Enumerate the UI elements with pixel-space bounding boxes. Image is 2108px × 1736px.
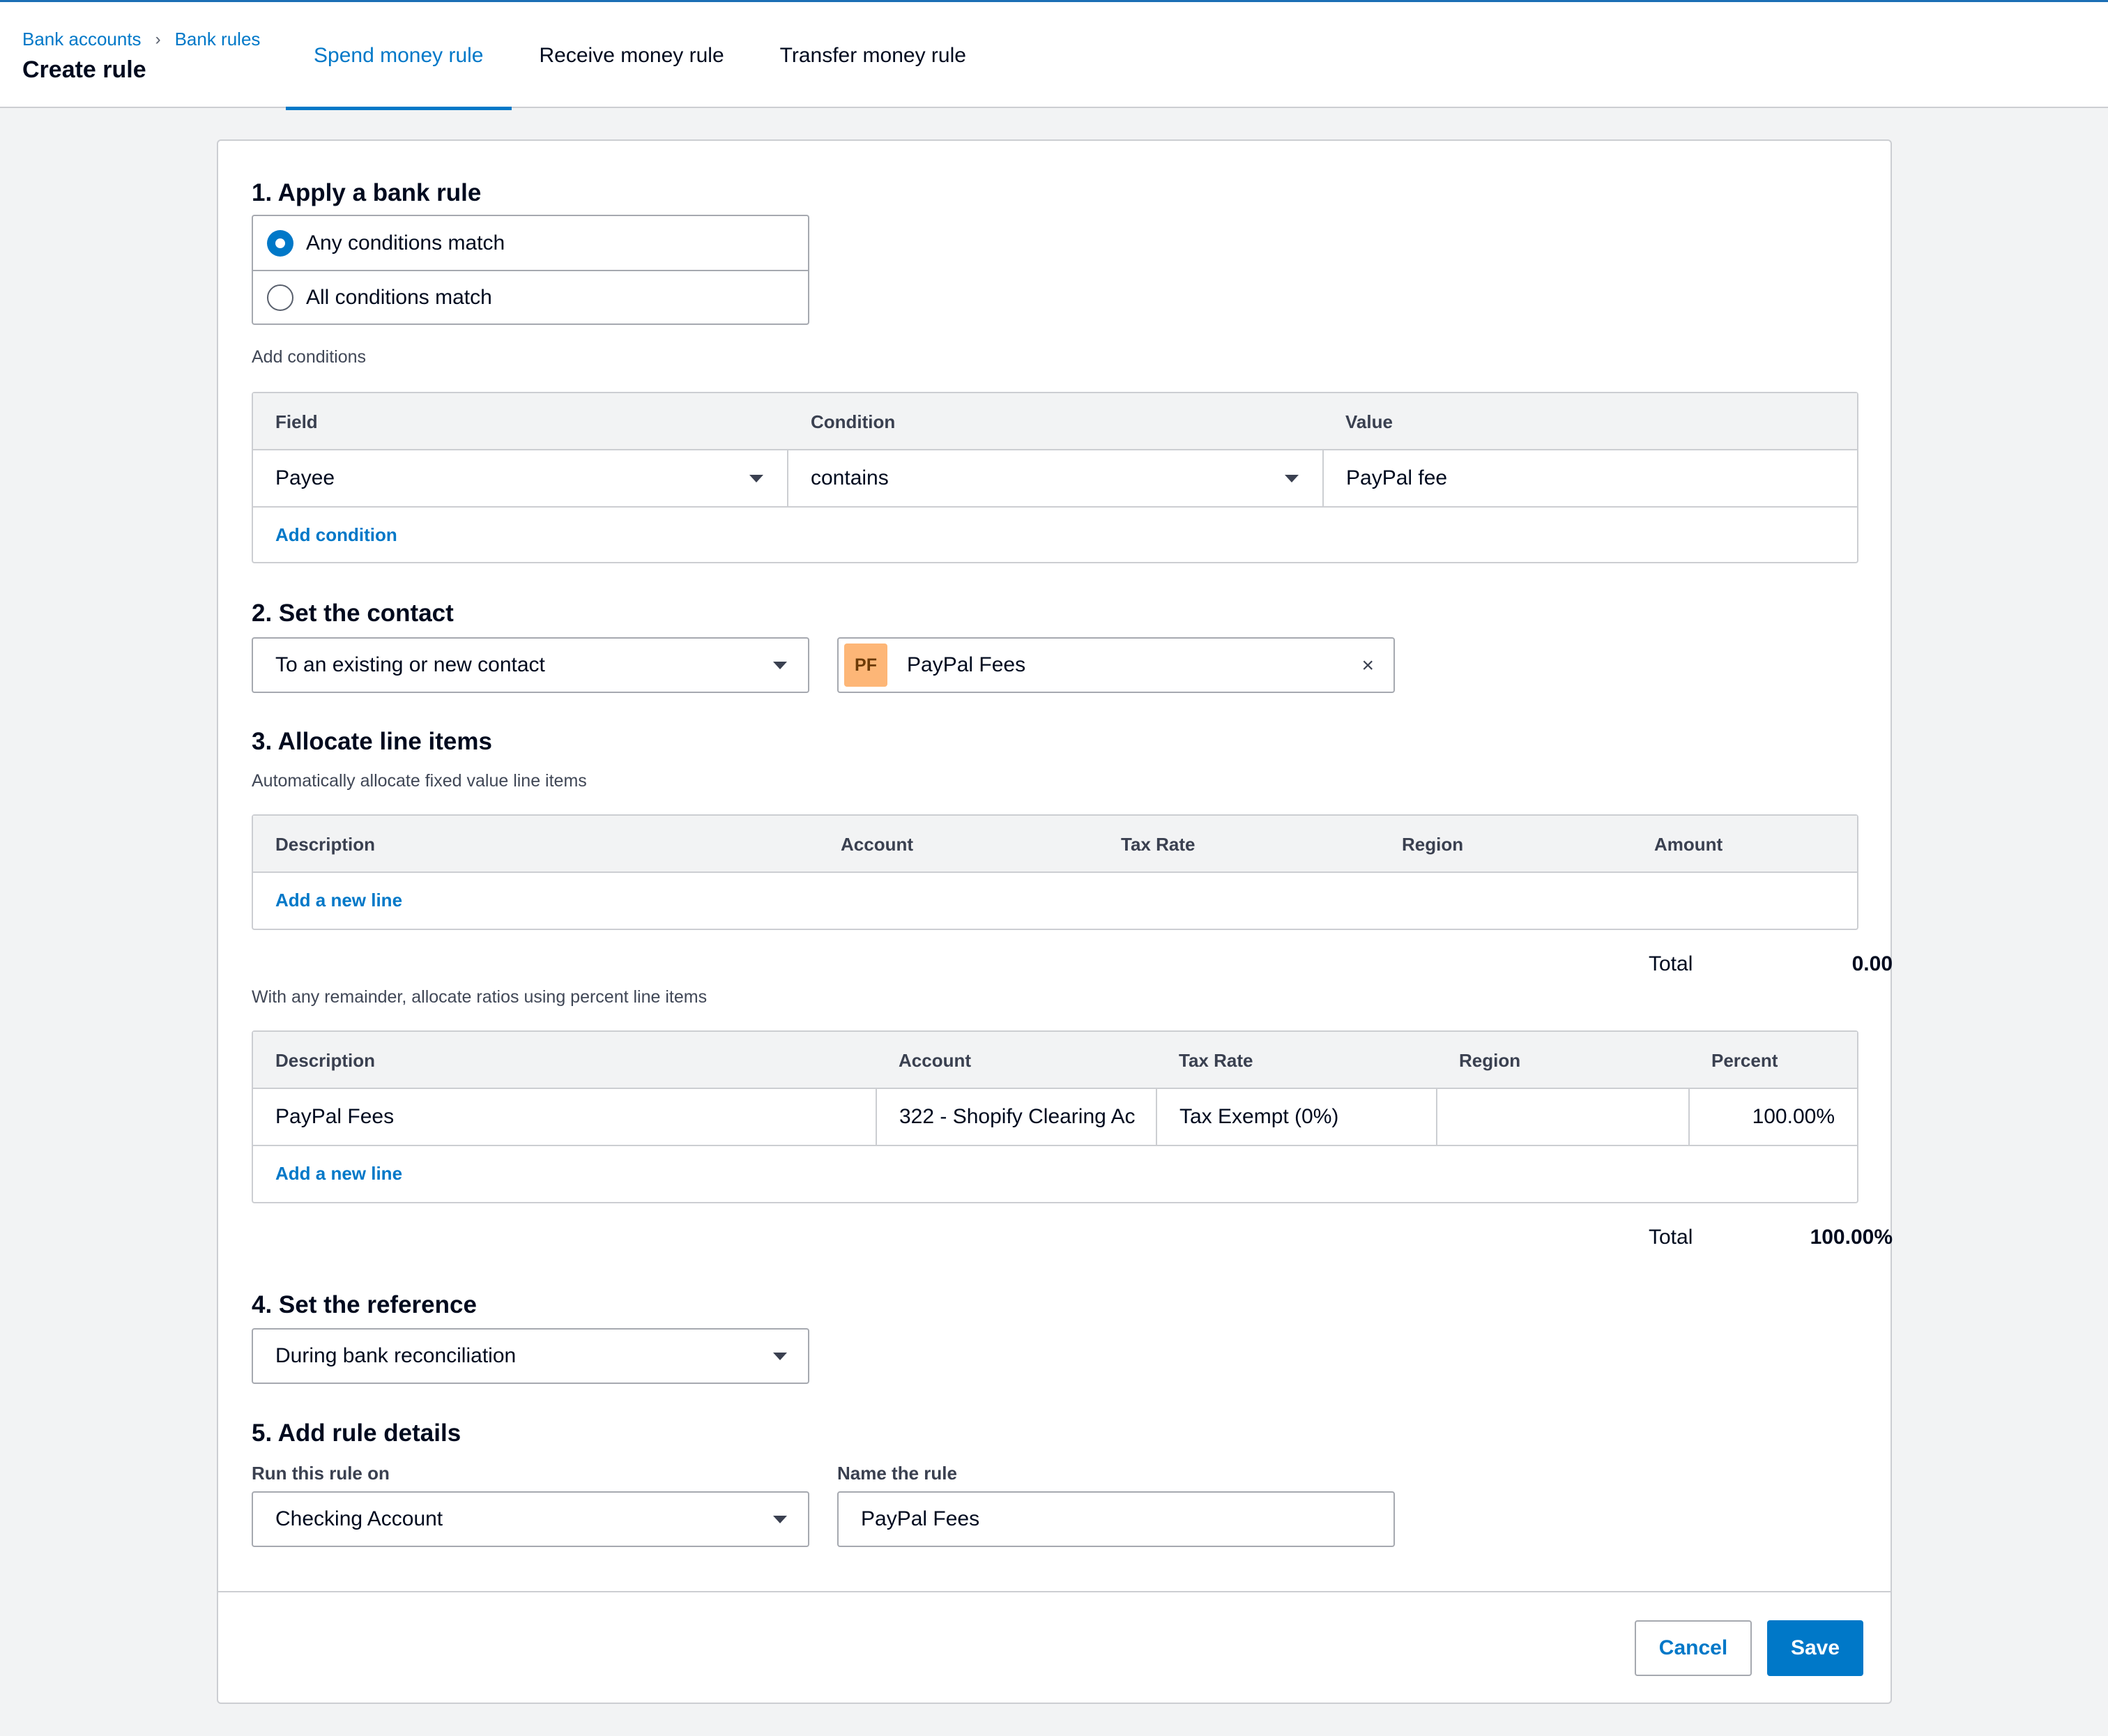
percent-table-header: Description Account Tax Rate Region Perc…: [253, 1032, 1857, 1089]
header-region: Region: [1402, 834, 1464, 855]
fixed-line-items-hint: Automatically allocate fixed value line …: [252, 771, 587, 791]
header-account: Account: [899, 1050, 971, 1071]
chevron-down-icon: [1285, 475, 1299, 482]
breadcrumb-bank-accounts[interactable]: Bank accounts: [22, 29, 142, 50]
header-tax-rate: Tax Rate: [1179, 1050, 1253, 1071]
percent-total-value: 100.00%: [1810, 1226, 1893, 1249]
chevron-down-icon: [773, 1353, 787, 1360]
rule-name-value: PayPal Fees: [861, 1507, 980, 1530]
radio-any-conditions[interactable]: Any conditions match: [253, 216, 808, 270]
line-account-select[interactable]: 322 - Shopify Clearing Ac: [877, 1089, 1156, 1145]
line-percent-value: 100.00%: [1752, 1105, 1835, 1128]
radio-checked-icon: [267, 229, 293, 257]
field-select-value: Payee: [275, 466, 335, 489]
radio-any-label: Any conditions match: [306, 231, 505, 254]
condition-select-value: contains: [811, 466, 889, 489]
section-rule-details-title: 5. Add rule details: [252, 1419, 461, 1447]
condition-row: Payee contains PayPal fee: [253, 450, 1857, 508]
fixed-total-label: Total: [1649, 952, 1693, 975]
conditions-table: Field Condition Value Payee contains Pay…: [252, 392, 1858, 563]
value-input-text: PayPal fee: [1346, 466, 1448, 489]
line-description-input[interactable]: PayPal Fees: [253, 1089, 876, 1145]
header-description: Description: [275, 1050, 376, 1071]
tab-spend-money-rule[interactable]: Spend money rule: [286, 2, 512, 110]
cancel-button[interactable]: Cancel: [1635, 1620, 1752, 1676]
line-tax-rate-select[interactable]: Tax Exempt (0%): [1157, 1089, 1436, 1145]
percent-line-row: PayPal Fees 322 - Shopify Clearing Ac Ta…: [253, 1089, 1857, 1146]
radio-all-label: All conditions match: [306, 285, 492, 309]
tab-receive-money-rule[interactable]: Receive money rule: [512, 2, 752, 109]
radio-unchecked-icon: [267, 284, 293, 311]
section-set-reference-title: 4. Set the reference: [252, 1291, 477, 1318]
run-on-account-select[interactable]: Checking Account: [252, 1491, 809, 1547]
percent-line-items-hint: With any remainder, allocate ratios usin…: [252, 987, 708, 1007]
section-allocate-line-items-title: 3. Allocate line items: [252, 728, 492, 755]
line-region-select[interactable]: [1437, 1089, 1688, 1145]
match-mode-radio-group: Any conditions match All conditions matc…: [252, 215, 809, 325]
page-title: Create rule: [22, 56, 146, 83]
fixed-table-header: Description Account Tax Rate Region Amou…: [253, 816, 1857, 873]
field-select[interactable]: Payee: [253, 450, 787, 506]
percent-table-footer: Add a new line: [253, 1146, 1857, 1202]
card-footer-divider: [218, 1591, 1891, 1592]
breadcrumb: Bank accounts › Bank rules: [22, 29, 260, 50]
fixed-line-items-table: Description Account Tax Rate Region Amou…: [252, 814, 1858, 930]
fixed-table-footer: Add a new line: [253, 873, 1857, 929]
header-value: Value: [1345, 411, 1393, 432]
run-on-label: Run this rule on: [252, 1463, 390, 1484]
chevron-down-icon: [749, 475, 763, 482]
contact-name: PayPal Fees: [907, 653, 1026, 676]
rule-form-card: 1. Apply a bank rule Any conditions matc…: [217, 139, 1893, 1704]
percent-line-items-table: Description Account Tax Rate Region Perc…: [252, 1030, 1858, 1203]
conditions-table-footer: Add condition: [253, 508, 1857, 563]
add-percent-line-link[interactable]: Add a new line: [275, 1163, 402, 1185]
header-field: Field: [275, 411, 318, 432]
contact-avatar: PF: [844, 644, 887, 687]
header-region: Region: [1459, 1050, 1521, 1071]
tab-transfer-money-rule[interactable]: Transfer money rule: [752, 2, 994, 109]
line-description-value: PayPal Fees: [275, 1105, 395, 1128]
header-description: Description: [275, 834, 376, 855]
header-amount: Amount: [1654, 834, 1723, 855]
fixed-total-value: 0.00: [1851, 952, 1893, 975]
reference-value: During bank reconciliation: [275, 1344, 517, 1367]
contact-picker[interactable]: PF PayPal Fees ×: [837, 637, 1395, 693]
header-condition: Condition: [811, 411, 896, 432]
breadcrumb-bank-rules[interactable]: Bank rules: [175, 29, 261, 50]
header-tax-rate: Tax Rate: [1121, 834, 1196, 855]
add-condition-link[interactable]: Add condition: [275, 524, 397, 546]
section-apply-bank-rule-title: 1. Apply a bank rule: [252, 179, 482, 206]
contact-mode-select[interactable]: To an existing or new contact: [252, 637, 809, 693]
line-tax-rate-value: Tax Exempt (0%): [1179, 1105, 1339, 1128]
run-on-account-value: Checking Account: [275, 1507, 443, 1530]
conditions-table-header: Field Condition Value: [253, 393, 1857, 450]
rule-name-input[interactable]: PayPal Fees: [837, 1491, 1395, 1547]
rule-type-tabs: Spend money rule Receive money rule Tran…: [286, 2, 994, 110]
line-account-value: 322 - Shopify Clearing Ac: [899, 1105, 1136, 1128]
close-icon[interactable]: ×: [1361, 654, 1374, 678]
condition-select[interactable]: contains: [788, 450, 1322, 506]
header-percent: Percent: [1711, 1050, 1778, 1071]
add-conditions-label: Add conditions: [252, 347, 367, 367]
line-percent-input[interactable]: 100.00%: [1690, 1089, 1857, 1145]
top-bar: Bank accounts › Bank rules Create rule S…: [0, 0, 2108, 110]
reference-select[interactable]: During bank reconciliation: [252, 1328, 809, 1384]
radio-all-conditions[interactable]: All conditions match: [253, 270, 808, 323]
chevron-down-icon: [773, 1516, 787, 1523]
save-button[interactable]: Save: [1767, 1620, 1863, 1676]
value-input[interactable]: PayPal fee: [1324, 450, 1857, 506]
add-fixed-line-link[interactable]: Add a new line: [275, 890, 402, 911]
header-account: Account: [841, 834, 913, 855]
chevron-right-icon: ›: [155, 29, 161, 49]
chevron-down-icon: [773, 662, 787, 669]
percent-total-label: Total: [1649, 1226, 1693, 1249]
rule-name-label: Name the rule: [837, 1463, 957, 1484]
section-set-contact-title: 2. Set the contact: [252, 600, 454, 627]
contact-mode-value: To an existing or new contact: [275, 653, 545, 676]
